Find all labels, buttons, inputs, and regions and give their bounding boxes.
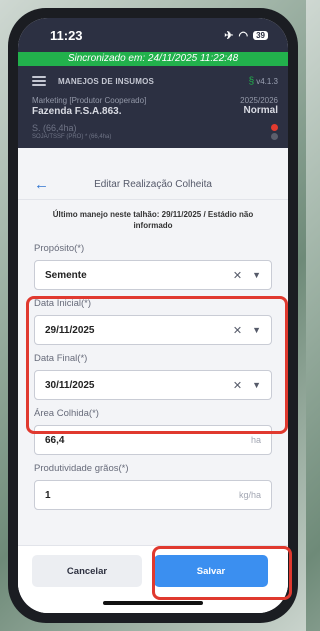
chevron-down-icon[interactable]: ▼: [252, 270, 261, 280]
home-indicator: [103, 601, 203, 605]
menu-icon[interactable]: [32, 76, 46, 86]
highlight-save: [152, 546, 292, 600]
app-header: MANEJOS DE INSUMOS § v4.1.3 Marketing [P…: [18, 66, 288, 148]
app-title: MANEJOS DE INSUMOS: [58, 76, 155, 86]
field-proposito: Propósito(*) Semente ✕ ▼: [18, 243, 288, 290]
cancel-button[interactable]: Cancelar: [32, 555, 142, 587]
produtividade-input[interactable]: 1 kg/ha: [34, 480, 272, 510]
page-title: Editar Realização Colheita: [94, 179, 212, 190]
clock: 11:23: [50, 27, 83, 43]
farm-name: Fazenda F.S.A.863.: [32, 106, 122, 117]
season-type: Normal: [243, 105, 278, 116]
clear-icon[interactable]: ✕: [233, 269, 242, 282]
area-sub-label: SOJA/TSSF (PRO) * (66,4ha): [32, 134, 112, 140]
status-bar: 11:23 ✈ ◠ 39: [18, 18, 288, 52]
version-indicator: § v4.1.3: [249, 76, 278, 87]
status-icons: ✈ ◠ 39: [224, 29, 268, 42]
field-label: Propósito(*): [34, 243, 85, 254]
select-value: Semente: [45, 269, 87, 281]
season: 2025/2026: [240, 96, 278, 105]
airplane-icon: ✈: [224, 29, 234, 42]
farm-type: Marketing [Produtor Cooperado]: [32, 96, 147, 105]
version-label: v4.1.3: [256, 76, 278, 86]
last-management-info: Último manejo neste talhão: 29/11/2025 /…: [52, 210, 254, 230]
sync-bar: Sincronizado em: 24/11/2025 11:22:48: [18, 52, 288, 66]
area-label: S. (66,4ha): [32, 123, 77, 133]
wifi-icon: ◠: [238, 29, 249, 42]
unit-label: kg/ha: [238, 490, 261, 500]
field-label: Produtividade grãos(*): [34, 463, 129, 474]
input-value: 66,4: [45, 434, 65, 446]
status-dots: [271, 123, 278, 140]
field-produtividade: Produtividade grãos(*) 1 kg/ha: [18, 463, 288, 510]
back-arrow-icon[interactable]: ←: [34, 176, 49, 193]
battery-icon: 39: [253, 30, 268, 40]
proposito-select[interactable]: Semente ✕ ▼: [34, 260, 272, 290]
unit-label: ha: [250, 435, 261, 445]
page-header: ← Editar Realização Colheita: [18, 170, 288, 200]
signal-icon: §: [248, 75, 255, 87]
highlight-dates: [26, 296, 288, 434]
input-value: 1: [45, 489, 51, 501]
